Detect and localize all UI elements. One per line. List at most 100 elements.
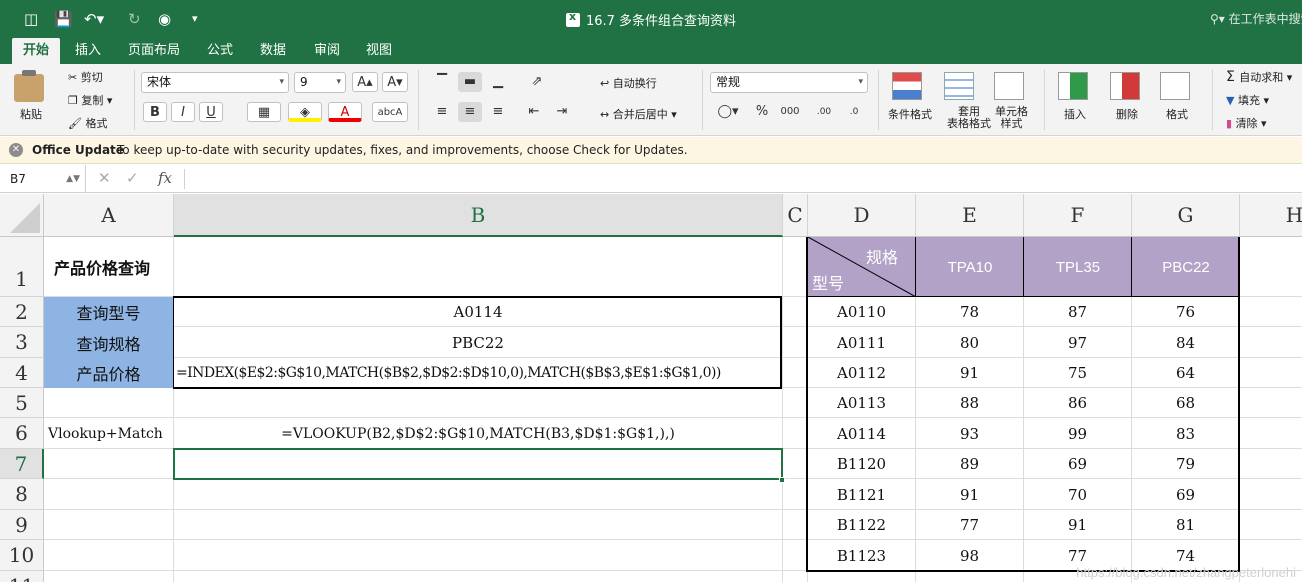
- cancel-icon[interactable]: ✕: [98, 169, 111, 187]
- table-value[interactable]: 69: [1024, 449, 1131, 479]
- table-model[interactable]: A0113: [808, 388, 915, 418]
- tab-review[interactable]: 审阅: [303, 38, 351, 64]
- tab-data[interactable]: 数据: [249, 38, 297, 64]
- conditional-format-button[interactable]: 条件格式: [888, 106, 932, 122]
- cell-a6[interactable]: Vlookup+Match: [48, 418, 163, 449]
- table-value[interactable]: 98: [916, 540, 1023, 571]
- column-header-f[interactable]: F: [1024, 194, 1132, 237]
- font-size-select[interactable]: 9 ▾: [294, 72, 346, 93]
- row-header-5[interactable]: 5: [0, 388, 44, 418]
- paste-button[interactable]: 粘贴: [20, 106, 42, 122]
- delete-button[interactable]: 删除: [1116, 106, 1138, 122]
- column-header-b[interactable]: B: [174, 194, 783, 237]
- close-icon[interactable]: ✕: [9, 143, 23, 157]
- cell-a4[interactable]: 产品价格: [44, 358, 173, 388]
- table-value[interactable]: 91: [916, 479, 1023, 510]
- underline-button[interactable]: U: [199, 102, 223, 122]
- table-model[interactable]: A0110: [808, 297, 915, 327]
- accounting-format-button[interactable]: ◯▾: [710, 102, 746, 122]
- bold-button[interactable]: B: [143, 102, 167, 122]
- orientation-button[interactable]: ⇗: [522, 72, 552, 92]
- increase-indent-button[interactable]: ⇥: [550, 102, 574, 122]
- table-model[interactable]: B1122: [808, 510, 915, 540]
- cell-b4[interactable]: =INDEX($E$2:$G$10,MATCH($B$2,$D$2:$D$10,…: [176, 358, 721, 388]
- tab-insert[interactable]: 插入: [64, 38, 112, 64]
- table-value[interactable]: 78: [916, 297, 1023, 327]
- cut-button[interactable]: ✂ 剪切: [68, 69, 103, 85]
- font-color-button[interactable]: A: [328, 102, 362, 122]
- tab-view[interactable]: 视图: [355, 38, 403, 64]
- align-bottom-button[interactable]: ▁: [486, 72, 510, 92]
- format-as-table-button[interactable]: 套用 表格格式: [947, 106, 991, 130]
- cell-styles-button[interactable]: 单元格 样式: [995, 106, 1028, 130]
- name-box[interactable]: B7 ▲▼: [0, 165, 86, 193]
- format-painter-button[interactable]: 🖌 格式: [68, 115, 107, 131]
- table-model[interactable]: B1121: [808, 479, 915, 510]
- format-table-icon[interactable]: [944, 72, 974, 100]
- table-value[interactable]: 76: [1132, 297, 1239, 327]
- table-value[interactable]: 69: [1132, 479, 1239, 510]
- tab-formulas[interactable]: 公式: [196, 38, 244, 64]
- row-header-9[interactable]: 9: [0, 510, 44, 540]
- table-value[interactable]: 91: [1024, 510, 1131, 540]
- table-value[interactable]: 77: [916, 510, 1023, 540]
- row-header-11[interactable]: 11: [0, 571, 44, 582]
- cell-a1[interactable]: 产品价格查询: [54, 237, 150, 297]
- cell-a3[interactable]: 查询规格: [44, 327, 173, 358]
- table-model[interactable]: B1123: [808, 540, 915, 571]
- fill-handle[interactable]: [779, 477, 785, 483]
- align-right-button[interactable]: ≡: [486, 102, 510, 122]
- fill-color-button[interactable]: ◈: [288, 102, 322, 122]
- table-value[interactable]: 88: [916, 388, 1023, 418]
- row-header-10[interactable]: 10: [0, 540, 44, 571]
- table-value[interactable]: 99: [1024, 418, 1131, 449]
- column-header-d[interactable]: D: [808, 194, 916, 237]
- worksheet-grid[interactable]: A B C D E F G H 1 2 3 4 5 6 7 8 9 10 11 …: [0, 194, 1302, 582]
- autosum-button[interactable]: Σ 自动求和 ▾: [1226, 69, 1292, 85]
- table-value[interactable]: 91: [916, 358, 1023, 388]
- table-value[interactable]: 70: [1024, 479, 1131, 510]
- percent-button[interactable]: %: [750, 102, 774, 122]
- decrease-decimal-button[interactable]: .0: [842, 102, 866, 122]
- selected-cell-b7[interactable]: [173, 448, 783, 480]
- italic-button[interactable]: I: [171, 102, 195, 122]
- spec-header-f1[interactable]: TPL35: [1024, 237, 1132, 297]
- table-value[interactable]: 79: [1132, 449, 1239, 479]
- table-value[interactable]: 68: [1132, 388, 1239, 418]
- column-header-h[interactable]: H: [1240, 194, 1302, 237]
- row-header-4[interactable]: 4: [0, 358, 44, 388]
- table-value[interactable]: 84: [1132, 327, 1239, 358]
- fill-button[interactable]: ▼ 填充 ▾: [1226, 92, 1269, 108]
- conditional-format-icon[interactable]: [892, 72, 922, 100]
- wrap-text-button[interactable]: ↩ 自动换行: [600, 75, 657, 91]
- function-icon[interactable]: fx: [158, 169, 172, 187]
- search-input[interactable]: ⚲▾ 在工作表中搜索: [1210, 10, 1302, 28]
- decrease-font-button[interactable]: A▾: [382, 72, 408, 92]
- table-model[interactable]: B1120: [808, 449, 915, 479]
- tab-home[interactable]: 开始: [12, 38, 61, 64]
- column-header-e[interactable]: E: [916, 194, 1024, 237]
- column-header-a[interactable]: A: [44, 194, 174, 237]
- increase-font-button[interactable]: A▴: [352, 72, 378, 92]
- table-value[interactable]: 81: [1132, 510, 1239, 540]
- decrease-indent-button[interactable]: ⇤: [522, 102, 546, 122]
- clear-button[interactable]: ▮ 清除 ▾: [1226, 115, 1267, 131]
- align-top-button[interactable]: ▔: [430, 72, 454, 92]
- align-center-button[interactable]: ≡: [458, 102, 482, 122]
- row-header-6[interactable]: 6: [0, 418, 44, 449]
- column-header-c[interactable]: C: [783, 194, 808, 237]
- table-value[interactable]: 87: [1024, 297, 1131, 327]
- cell-styles-icon[interactable]: [994, 72, 1024, 100]
- table-value[interactable]: 64: [1132, 358, 1239, 388]
- cell-b2[interactable]: A0114: [174, 297, 782, 327]
- increase-decimal-button[interactable]: .00: [812, 102, 836, 122]
- row-header-3[interactable]: 3: [0, 327, 44, 358]
- table-value[interactable]: 97: [1024, 327, 1131, 358]
- table-model[interactable]: A0114: [808, 418, 915, 449]
- row-header-1[interactable]: 1: [0, 237, 44, 297]
- cell-b6[interactable]: =VLOOKUP(B2,$D$2:$G$10,MATCH(B3,$D$1:$G$…: [174, 418, 782, 449]
- tab-page-layout[interactable]: 页面布局: [117, 38, 191, 64]
- format-button[interactable]: 格式: [1166, 106, 1188, 122]
- borders-button[interactable]: ▦: [247, 102, 281, 122]
- align-left-button[interactable]: ≡: [430, 102, 454, 122]
